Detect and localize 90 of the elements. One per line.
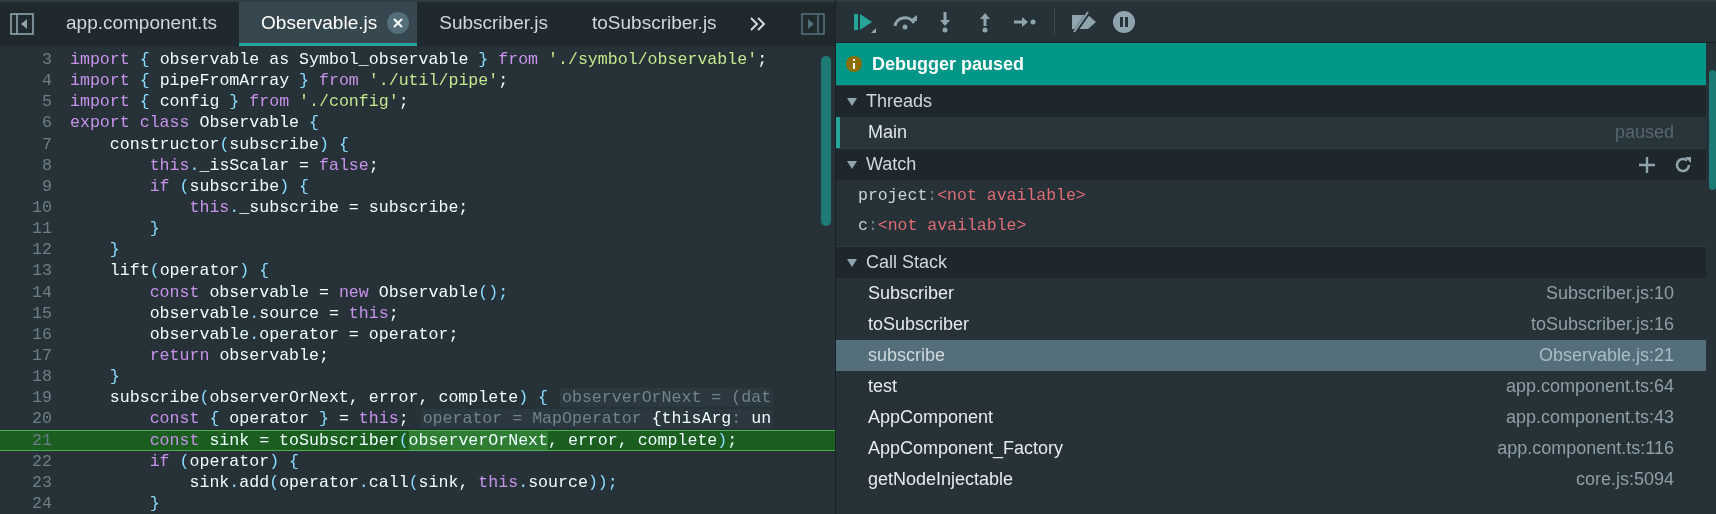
line-number: 7 <box>41 134 53 154</box>
editor-tab[interactable]: toSubscriber.js <box>570 2 739 46</box>
line-number: 9 <box>41 176 53 196</box>
inline-value-hint: observerOrNext = (dat <box>560 388 774 408</box>
frame-name: test <box>868 376 897 397</box>
code-text: import { observable as Symbol_observable } from './symbol/observable'; <box>70 50 768 70</box>
line-number: 3 <box>41 50 53 70</box>
line-number: 20 <box>31 409 53 429</box>
code-text: const { operator } = this; <box>148 409 409 429</box>
watch-expression: c:<not available> <box>857 214 1028 237</box>
section-header[interactable]: Call Stack <box>836 246 1706 278</box>
frame-location: Subscriber.js:10 <box>1545 283 1674 304</box>
frame-name: subscribe <box>868 345 946 366</box>
code-text: import { pipeFromArray } from './util/pipe'; <box>70 71 509 91</box>
code-text: observable.operator = operator; <box>148 324 459 344</box>
section-title: Watch <box>866 154 917 175</box>
call-stack-frame[interactable]: toSubscriber toSubscriber.js:16 <box>836 309 1706 340</box>
call-stack-frame[interactable]: subscribe Observable.js:21 <box>836 340 1706 371</box>
code-text: this._isScalar = false; <box>148 155 379 175</box>
code-text: sink.add(operator.call(sink, this.source)); <box>188 472 618 492</box>
caret-icon[interactable] <box>846 159 858 170</box>
line-number: 16 <box>31 324 53 344</box>
line-number: 4 <box>41 71 53 91</box>
code-text: export class Observable { <box>70 113 319 133</box>
code-text: } <box>148 494 160 513</box>
line-number: 19 <box>31 388 53 408</box>
section-header[interactable]: Threads <box>836 85 1706 117</box>
code-text: } <box>148 219 160 239</box>
caret-icon[interactable] <box>846 96 858 107</box>
close-icon[interactable] <box>387 11 410 34</box>
code-text: subscribe(observerOrNext, error, complete) { <box>108 388 548 408</box>
frame-location: toSubscriber.js:16 <box>1530 314 1674 335</box>
line-number: 22 <box>31 451 53 471</box>
call-stack-frame[interactable]: Subscriber Subscriber.js:10 <box>836 278 1706 309</box>
frame-name: getNodeInjectable <box>868 469 1014 490</box>
line-number: 6 <box>41 113 53 133</box>
refresh-icon[interactable] <box>1674 155 1692 174</box>
code-text: if (subscribe) { <box>148 176 309 196</box>
code-text: } <box>108 367 120 387</box>
call-stack-frame[interactable]: test app.component.ts:64 <box>836 371 1706 402</box>
code-text: const sink = toSubscriber(observerOrNext, error, complete); <box>148 430 738 450</box>
frame-name: toSubscriber <box>868 314 970 335</box>
editor-tab[interactable]: Subscriber.js <box>417 2 570 46</box>
line-number: 17 <box>31 346 53 366</box>
frame-location: app.component.ts:43 <box>1505 407 1674 428</box>
code-text: this._subscribe = subscribe; <box>188 198 469 218</box>
call-stack-frame[interactable]: getNodeInjectable core.js:5094 <box>836 464 1706 495</box>
banner-text: Debugger paused <box>872 53 1025 75</box>
line-number: 15 <box>31 303 53 323</box>
frame-name: AppComponent_Factory <box>868 438 1064 459</box>
section-header[interactable]: Watch <box>836 148 1706 180</box>
line-number: 5 <box>41 92 53 112</box>
line-number: 14 <box>31 282 53 302</box>
line-number: 12 <box>31 240 53 260</box>
inline-value-hint: operator = MapOperator {thisArg: un <box>420 409 774 429</box>
line-number: 8 <box>41 155 53 175</box>
frame-location: Observable.js:21 <box>1538 345 1674 366</box>
call-stack-frame[interactable]: AppComponent_Factory app.component.ts:116 <box>836 433 1706 464</box>
line-number: 11 <box>31 219 53 239</box>
thread-name: Main <box>868 122 907 143</box>
frame-name: Subscriber <box>868 283 955 304</box>
watch-expression: project:<not available> <box>857 184 1087 207</box>
line-number: 13 <box>31 261 53 281</box>
line-number: 10 <box>31 198 53 218</box>
code-text: constructor(subscribe) { <box>108 134 349 154</box>
section-title: Threads <box>866 91 933 112</box>
frame-location: core.js:5094 <box>1575 469 1674 490</box>
frame-name: AppComponent <box>868 407 994 428</box>
info-icon <box>846 56 862 72</box>
code-text: observable.source = this; <box>148 303 399 323</box>
code-text: lift(operator) { <box>108 261 270 281</box>
call-stack-frame[interactable]: AppComponent app.component.ts:43 <box>836 402 1706 433</box>
section-title: Call Stack <box>866 252 948 273</box>
code-text: import { config } from './config'; <box>70 92 409 112</box>
caret-icon[interactable] <box>846 257 858 268</box>
code-text: return observable; <box>148 346 329 366</box>
line-number: 23 <box>31 472 53 492</box>
editor-tab[interactable]: app.component.ts <box>44 2 240 46</box>
scrollbar[interactable] <box>1709 70 1716 190</box>
editor-tab[interactable]: Observable.js <box>239 2 418 46</box>
line-number: 18 <box>31 367 53 387</box>
scrollbar[interactable] <box>821 56 831 226</box>
code-text: } <box>108 240 120 260</box>
line-number: 21 <box>31 430 53 450</box>
code-text: if (operator) { <box>148 451 300 471</box>
line-number: 24 <box>31 494 53 513</box>
add-icon[interactable] <box>1638 155 1656 174</box>
frame-location: app.component.ts:116 <box>1497 438 1674 459</box>
code-text: const observable = new Observable(); <box>148 282 509 302</box>
frame-location: app.component.ts:64 <box>1505 376 1674 397</box>
